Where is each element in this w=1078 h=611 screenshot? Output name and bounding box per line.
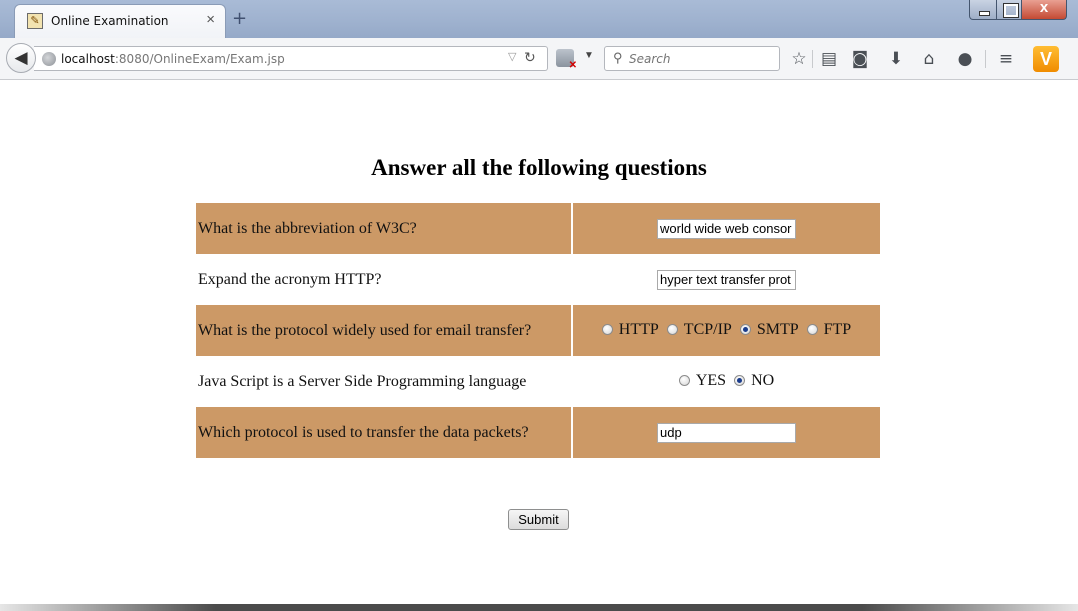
option-http[interactable]: HTTP (601, 321, 659, 339)
download-arrow-icon[interactable]: ⬇ (886, 49, 906, 69)
minimize-button[interactable] (969, 0, 997, 20)
radio-ftp[interactable] (806, 324, 818, 336)
question-row-2: Expand the acronym HTTP? (196, 254, 880, 305)
question-row-1: What is the abbreviation of W3C? (196, 203, 880, 254)
radio-yes[interactable] (678, 375, 690, 387)
tab-title: Online Examination (51, 14, 169, 28)
question-row-4: Java Script is a Server Side Programming… (196, 356, 880, 407)
answer-input-packets[interactable] (657, 422, 796, 443)
new-tab-icon[interactable]: + (232, 8, 247, 29)
search-icon: ⚲ (613, 50, 623, 65)
hamburger-menu-icon[interactable]: ≡ (996, 49, 1016, 69)
answer-cell (573, 407, 880, 458)
option-tcpip[interactable]: TCP/IP (666, 321, 732, 339)
answer-cell (573, 254, 880, 305)
question-label: Which protocol is used to transfer the d… (196, 407, 573, 458)
search-box[interactable]: ⚲ (604, 46, 780, 71)
radio-http[interactable] (601, 324, 613, 336)
tab-close-icon[interactable]: × (206, 11, 215, 28)
title-bar: ✎ Online Examination × + x (0, 0, 1078, 38)
history-dropdown-icon[interactable]: ▽ (508, 50, 516, 63)
exam-favicon-icon: ✎ (27, 13, 43, 29)
answer-cell: YES NO (573, 356, 880, 407)
answer-cell: HTTP TCP/IP SMTP FTP (573, 305, 880, 356)
answer-input-http[interactable] (657, 269, 796, 290)
option-yes[interactable]: YES (678, 372, 726, 390)
page-title: Answer all the following questions (371, 155, 707, 180)
globe-icon (42, 52, 56, 66)
clipboard-icon[interactable]: ▤ (819, 49, 839, 69)
back-arrow-icon: ◀ (14, 48, 28, 67)
pocket-icon[interactable]: ◙ (850, 49, 870, 69)
question-row-3: What is the protocol widely used for ema… (196, 305, 880, 356)
window-bottom-edge (0, 604, 1078, 611)
option-no[interactable]: NO (734, 372, 774, 390)
close-icon: x (1039, 0, 1049, 16)
tab-online-examination[interactable]: ✎ Online Examination × (14, 4, 226, 38)
question-label: Expand the acronym HTTP? (196, 254, 573, 305)
url-bar[interactable]: localhost:8080/OnlineExam/Exam.jsp ▽ ↻ (34, 46, 548, 71)
star-icon[interactable]: ☆ (789, 49, 809, 69)
toolbar-separator (985, 50, 986, 68)
answer-input-w3c[interactable] (657, 218, 796, 239)
adblock-dropdown-icon[interactable]: ▼ (584, 50, 594, 61)
toolbar-separator (812, 50, 813, 68)
maximize-button[interactable] (996, 0, 1022, 20)
radio-smtp[interactable] (739, 324, 751, 336)
navigation-toolbar: localhost:8080/OnlineExam/Exam.jsp ▽ ↻ ◀… (0, 38, 1078, 80)
close-window-button[interactable]: x (1021, 0, 1067, 20)
question-label: Java Script is a Server Side Programming… (196, 356, 573, 407)
radio-tcpip[interactable] (666, 324, 678, 336)
reload-icon[interactable]: ↻ (524, 49, 536, 66)
home-icon[interactable]: ⌂ (919, 49, 939, 69)
question-label: What is the abbreviation of W3C? (196, 203, 573, 254)
option-smtp[interactable]: SMTP (739, 321, 799, 339)
question-row-5: Which protocol is used to transfer the d… (196, 407, 880, 458)
back-button[interactable]: ◀ (6, 43, 36, 73)
vivaldi-v-icon[interactable]: V (1033, 46, 1059, 72)
adblock-icon[interactable] (556, 49, 577, 71)
answer-cell (573, 203, 880, 254)
search-input[interactable] (629, 50, 775, 68)
radio-no[interactable] (734, 375, 746, 387)
question-label: What is the protocol widely used for ema… (196, 305, 573, 356)
submit-button[interactable]: Submit (508, 509, 569, 530)
url-text: localhost:8080/OnlineExam/Exam.jsp (61, 52, 285, 66)
questions-table: What is the abbreviation of W3C? Expand … (196, 203, 880, 458)
chat-bubble-icon[interactable]: ● (955, 49, 975, 69)
option-ftp[interactable]: FTP (806, 321, 851, 339)
